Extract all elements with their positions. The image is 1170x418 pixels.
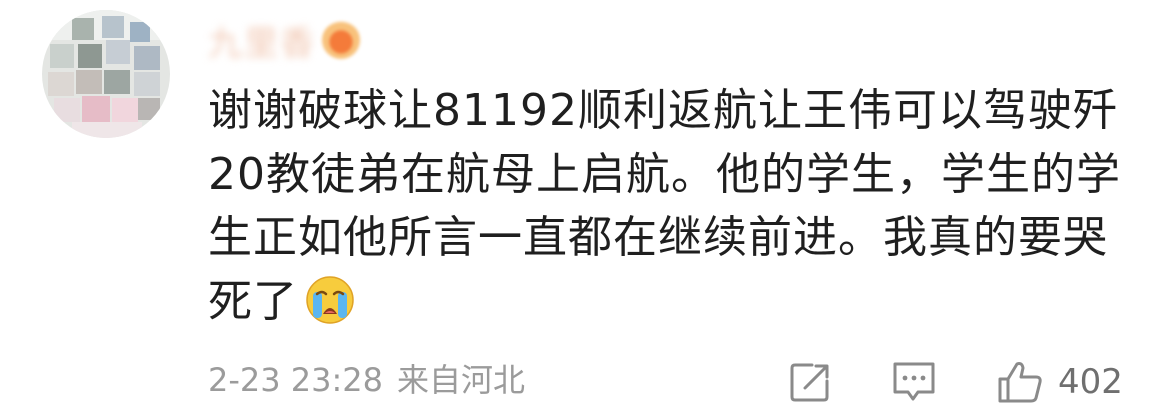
share-edit-icon (790, 363, 829, 402)
timestamp: 2-23 23:28 (208, 361, 384, 399)
comment-text: 谢谢破球让81192顺利返航让王伟可以驾驶歼20教徒弟在航母上启航。他的学生，学… (208, 79, 1138, 333)
comment-button[interactable] (890, 360, 938, 404)
avatar[interactable] (42, 10, 170, 138)
location: 来自河北 (397, 361, 526, 399)
comment-icon (893, 362, 935, 401)
crying-face-icon (306, 275, 354, 324)
username-text[interactable]: 九里香 (208, 16, 316, 65)
thumbs-up-icon (998, 362, 1042, 403)
share-button[interactable] (788, 360, 832, 404)
user-badge-icon (322, 21, 360, 59)
username[interactable]: 九里香 (208, 20, 360, 64)
like-button[interactable]: 402 (996, 360, 1123, 404)
comment-meta: 2-23 23:28 来自河北 (208, 360, 525, 400)
like-count: 402 (1058, 362, 1123, 402)
